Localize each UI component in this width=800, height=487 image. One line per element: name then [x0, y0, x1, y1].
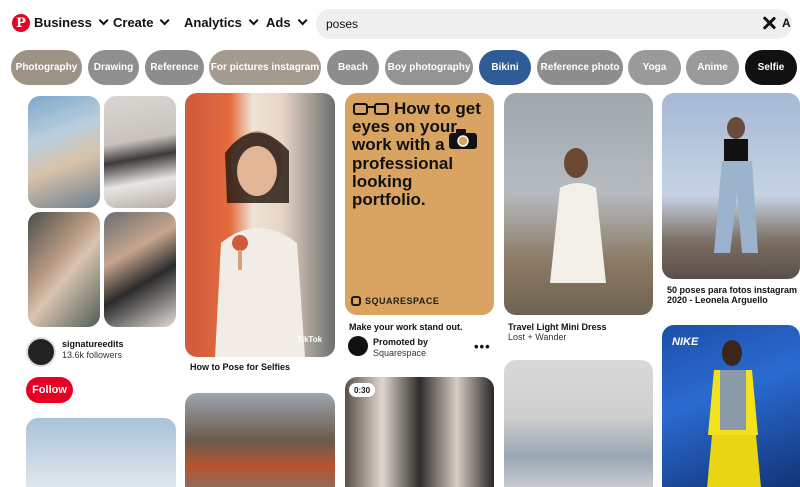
pin-nike-fashion[interactable] [662, 325, 800, 487]
ad-title[interactable]: Make your work stand out. [349, 322, 463, 332]
pin-source[interactable]: Lost + Wander [508, 332, 566, 342]
search-bar [316, 9, 792, 39]
collage-photo-couple-hug[interactable] [28, 96, 100, 208]
filter-chip-beach[interactable]: Beach [327, 50, 379, 85]
pin-white-dress[interactable] [504, 93, 653, 315]
filter-chip-bikini[interactable]: Bikini [479, 50, 531, 85]
person-illustration [215, 131, 305, 357]
chevron-down-icon [297, 15, 308, 26]
pin-selfie-ice-cream[interactable]: TikTok [185, 93, 335, 357]
pin-title[interactable]: How to Pose for Selfies [190, 362, 290, 372]
nav-ads-label: Ads [266, 15, 291, 30]
profile-followers: 13.6k followers [62, 350, 123, 360]
promoted-label: Promoted by [373, 337, 429, 347]
pinterest-logo-icon[interactable]: P [12, 14, 30, 32]
filter-chip-selfie[interactable]: Selfie [745, 50, 797, 85]
nav-create[interactable]: Create [113, 15, 171, 30]
nike-logo-text: NIKE [672, 336, 699, 348]
filter-chip-photography[interactable]: Photography [11, 50, 82, 85]
pin-title-line2[interactable]: 2020 - Leonela Arguello [667, 295, 768, 305]
tiktok-watermark: TikTok [297, 335, 323, 344]
squarespace-logo-icon [351, 296, 361, 306]
more-options-icon[interactable]: ••• [474, 339, 491, 354]
nav-business[interactable]: Business [34, 15, 109, 30]
account-menu-truncated[interactable]: A [782, 16, 791, 30]
pin-title[interactable]: Travel Light Mini Dress [508, 322, 607, 332]
chevron-down-icon [248, 15, 259, 26]
nav-analytics-label: Analytics [184, 15, 242, 30]
pin-rooftop-pose[interactable] [662, 93, 800, 279]
filter-chip-reference[interactable]: Reference [145, 50, 204, 85]
chevron-down-icon [160, 15, 171, 26]
collage-photo-wedding-street[interactable] [104, 96, 176, 208]
filter-chip-for-pictures-instagram[interactable]: For pictures instagram [209, 50, 321, 85]
clear-search-icon[interactable] [762, 16, 776, 30]
pin-hoodie-pose[interactable] [504, 360, 653, 487]
nav-business-label: Business [34, 15, 92, 30]
search-input[interactable] [326, 15, 746, 33]
pin-sky-image[interactable] [26, 418, 176, 487]
profile-name[interactable]: signatureedits [62, 339, 124, 349]
follow-button[interactable]: Follow [26, 377, 73, 403]
squarespace-brand: SQUARESPACE [351, 296, 439, 306]
pin-street-photo[interactable] [185, 393, 335, 487]
collage-photo-groom-bride[interactable] [104, 212, 176, 327]
collage-photo-couple-kiss[interactable] [28, 212, 100, 327]
pin-title-line1[interactable]: 50 poses para fotos instagram [667, 285, 797, 295]
filter-chip-anime[interactable]: Anime [686, 50, 739, 85]
nav-ads[interactable]: Ads [266, 15, 308, 30]
filter-chip-reference-photo[interactable]: Reference photo [537, 50, 623, 85]
promoter-name[interactable]: Squarespace [373, 348, 426, 358]
camera-icon [449, 129, 477, 149]
filter-chip-yoga[interactable]: Yoga [628, 50, 681, 85]
top-navigation-bar: P Business Create Analytics Ads A [0, 0, 800, 48]
promoter-avatar[interactable] [348, 336, 368, 356]
nav-create-label: Create [113, 15, 154, 30]
nav-analytics[interactable]: Analytics [184, 15, 259, 30]
chevron-down-icon [98, 15, 109, 26]
ad-headline: How to get eyes on your work with a prof… [352, 99, 481, 209]
avatar[interactable] [26, 337, 56, 367]
video-duration-badge: 0:30 [349, 383, 376, 397]
dress-figure-illustration [550, 148, 606, 283]
fashion-figure-illustration [707, 340, 761, 487]
pose-figure-illustration [714, 117, 758, 253]
filter-chip-boy-photography[interactable]: Boy photography [385, 50, 473, 85]
filter-chip-drawing[interactable]: Drawing [88, 50, 139, 85]
